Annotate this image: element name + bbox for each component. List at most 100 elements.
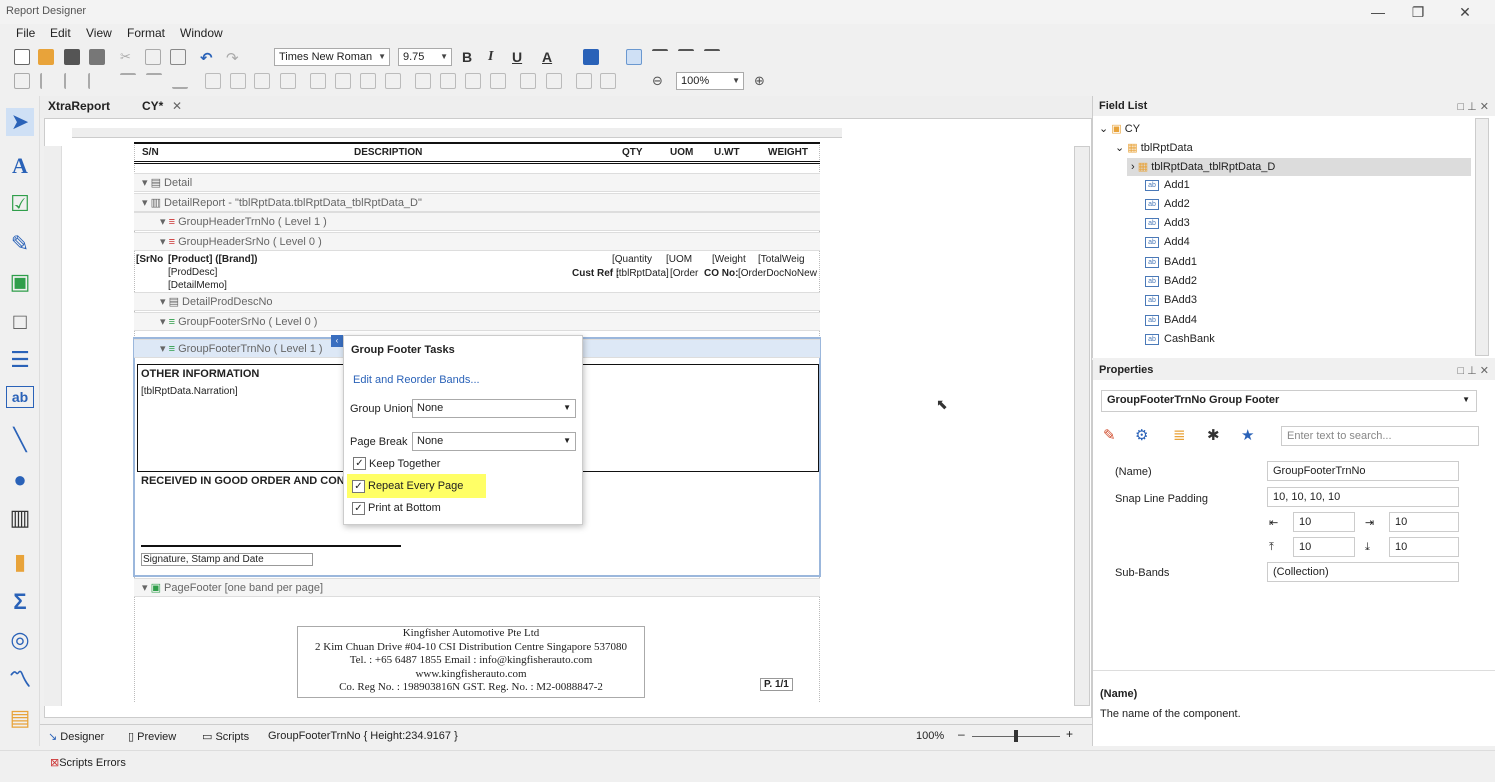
group-union-select[interactable]: None ▼	[412, 399, 576, 418]
field-uom[interactable]: [UOM	[666, 254, 692, 265]
field-product[interactable]: [Product] ([Brand])	[168, 254, 257, 265]
align-middles-icon[interactable]	[146, 73, 162, 89]
field-orderdoc[interactable]: [OrderDocNoNew	[738, 268, 817, 279]
maximize-button[interactable]: ❐	[1398, 2, 1438, 22]
page-break-select[interactable]: None ▼	[412, 432, 576, 451]
barcode-icon[interactable]: ▥	[6, 504, 34, 532]
same-size-icon[interactable]	[280, 73, 296, 89]
same-width-icon[interactable]	[205, 73, 221, 89]
subreport-icon[interactable]: ▤	[6, 704, 34, 732]
horiz-increase-icon[interactable]	[335, 73, 351, 89]
horiz-equal-icon[interactable]	[310, 73, 326, 89]
horiz-decrease-icon[interactable]	[360, 73, 376, 89]
menu-edit[interactable]: Edit	[50, 26, 71, 40]
align-right-icon[interactable]	[678, 49, 694, 65]
field-narration[interactable]: [tblRptData.Narration]	[141, 386, 238, 397]
tree-relation[interactable]: › ▦ tblRptData_tblRptData_D	[1127, 158, 1471, 176]
field-detailmemo[interactable]: [DetailMemo]	[168, 280, 227, 291]
undo-icon[interactable]: ↶	[200, 49, 216, 67]
favorites-star-icon[interactable]: ★	[1241, 426, 1254, 444]
cut-icon[interactable]: ✂	[120, 49, 136, 65]
zoom-out-icon[interactable]: ⊖	[652, 73, 668, 89]
pad-bottom-input[interactable]: 10	[1389, 537, 1459, 557]
label-icon[interactable]: A	[6, 152, 34, 180]
edit-bands-link[interactable]: Edit and Reorder Bands...	[353, 374, 480, 386]
designer-tab[interactable]: ↘ Designer	[48, 730, 104, 743]
scripts-errors-tab[interactable]: ⊠Scripts Errors	[50, 756, 126, 769]
field-proddesc[interactable]: [ProdDesc]	[168, 267, 217, 278]
italic-button[interactable]: I	[488, 49, 493, 65]
component-selector[interactable]: GroupFooterTrnNo Group Footer ▼	[1101, 390, 1477, 412]
horiz-remove-icon[interactable]	[385, 73, 401, 89]
keep-together-checkbox[interactable]: ✓	[353, 457, 366, 470]
field-badd1[interactable]: ab BAdd1	[1145, 256, 1197, 268]
smart-tag-icon[interactable]: ‹	[331, 335, 343, 347]
send-back-icon[interactable]	[600, 73, 616, 89]
shape-icon[interactable]: ●	[6, 466, 34, 494]
new-icon[interactable]	[14, 49, 30, 65]
zoom-in-icon[interactable]: ⊕	[754, 73, 770, 89]
center-horiz-icon[interactable]	[520, 73, 536, 89]
tab-cy[interactable]: CY*	[142, 99, 163, 113]
open-icon[interactable]	[38, 49, 54, 65]
band-group-header-sr[interactable]: ▾ ≡ GroupHeaderSrNo ( Level 0 )	[134, 232, 820, 251]
field-totalweight[interactable]: [TotalWeig	[758, 254, 805, 265]
field-cashbank[interactable]: ab CashBank	[1145, 333, 1215, 345]
print-at-bottom-checkbox[interactable]: ✓	[352, 502, 365, 515]
gauge-icon[interactable]: ◎	[6, 626, 34, 654]
band-group-footer-sr[interactable]: ▾ ≡ GroupFooterSrNo ( Level 0 )	[134, 312, 820, 331]
pad-top-input[interactable]: 10	[1293, 537, 1355, 557]
repeat-every-page-checkbox[interactable]: ✓	[352, 480, 365, 493]
behavior-icon[interactable]: ⚙	[1135, 426, 1148, 444]
align-center-icon[interactable]	[652, 49, 668, 65]
layout-wrench-icon[interactable]: ✱	[1207, 426, 1220, 444]
save-all-icon[interactable]	[89, 49, 105, 65]
band-detail-prod[interactable]: ▾ ▤ DetailProdDescNo	[134, 292, 820, 311]
canvas-scrollbar[interactable]	[1074, 146, 1090, 706]
redo-icon[interactable]: ↷	[226, 49, 242, 67]
band-group-header-trn[interactable]: ▾ ≡ GroupHeaderTrnNo ( Level 1 )	[134, 212, 820, 231]
center-vert-icon[interactable]	[546, 73, 562, 89]
field-list-scrollbar[interactable]	[1475, 118, 1489, 356]
menu-format[interactable]: Format	[127, 26, 165, 40]
tree-root[interactable]: ⌄ ▣ CY	[1099, 122, 1140, 135]
close-button[interactable]: ✕	[1445, 2, 1485, 22]
field-custref[interactable]: [tblRptData]	[616, 268, 669, 279]
pad-left-input[interactable]: 10	[1293, 512, 1355, 532]
copy-icon[interactable]	[145, 49, 161, 65]
minimize-button[interactable]: —	[1358, 2, 1398, 22]
field-add2[interactable]: ab Add2	[1145, 198, 1190, 210]
underline-button[interactable]: U	[512, 49, 522, 65]
tab-xtrareport[interactable]: XtraReport	[48, 99, 110, 113]
align-left-icon[interactable]	[626, 49, 642, 65]
sum-icon[interactable]: Σ	[6, 588, 34, 616]
pad-right-input[interactable]: 10	[1389, 512, 1459, 532]
prop-subbands-value[interactable]: (Collection)	[1267, 562, 1459, 582]
bring-front-icon[interactable]	[576, 73, 592, 89]
chart-icon[interactable]: ▮	[6, 548, 34, 576]
same-height-icon[interactable]	[230, 73, 246, 89]
band-detail-report[interactable]: ▾ ▥ DetailReport - "tblRptData.tblRptDat…	[134, 193, 820, 212]
checkbox-icon[interactable]: ☑	[6, 190, 34, 218]
menu-window[interactable]: Window	[180, 26, 223, 40]
appearance-icon[interactable]: ✎	[1103, 426, 1116, 444]
field-weight[interactable]: [Weight	[712, 254, 746, 265]
field-srno[interactable]: [SrNo	[136, 254, 163, 265]
size-to-grid-icon[interactable]	[254, 73, 270, 89]
company-info-box[interactable]: Kingfisher Automotive Pte Ltd 2 Kim Chua…	[297, 626, 645, 698]
prop-name-value[interactable]: GroupFooterTrnNo	[1267, 461, 1459, 481]
align-tops-icon[interactable]	[120, 73, 136, 89]
page-number[interactable]: P. 1/1	[760, 678, 793, 691]
pointer-icon[interactable]: ➤	[6, 108, 34, 136]
band-page-footer[interactable]: ▾ ▣ PageFooter [one band per page]	[134, 578, 820, 597]
align-centers-icon[interactable]	[64, 73, 80, 89]
align-rights-icon[interactable]	[88, 73, 104, 89]
panel-icon[interactable]: □	[6, 308, 34, 336]
font-size-combo[interactable]: 9.75 ▼	[398, 48, 452, 66]
tab-close-icon[interactable]: ✕	[172, 99, 182, 113]
menu-file[interactable]: File	[16, 26, 35, 40]
panel-buttons-icon[interactable]: □ ⊥ ✕	[1457, 364, 1489, 377]
table-icon[interactable]: ☰	[6, 346, 34, 374]
field-badd2[interactable]: ab BAdd2	[1145, 275, 1197, 287]
vert-decrease-icon[interactable]	[465, 73, 481, 89]
